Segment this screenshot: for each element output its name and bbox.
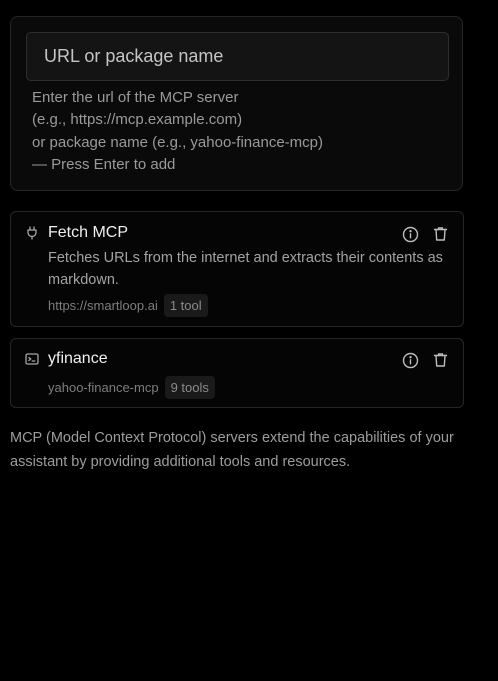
server-card-fetch-mcp: Fetch MCP Fetches URLs from the internet… bbox=[10, 211, 464, 327]
server-meta: https://smartloop.ai 1 tool bbox=[48, 294, 208, 317]
plug-icon bbox=[25, 226, 39, 240]
add-server-panel: Enter the url of the MCP server (e.g., h… bbox=[10, 16, 463, 191]
add-server-hint: Enter the url of the MCP server (e.g., h… bbox=[32, 87, 323, 176]
server-source: yahoo-finance-mcp bbox=[48, 380, 159, 395]
info-icon bbox=[402, 226, 419, 243]
delete-button[interactable] bbox=[430, 224, 450, 244]
tools-count-badge: 9 tools bbox=[164, 376, 215, 399]
info-button[interactable] bbox=[400, 350, 420, 370]
server-name: Fetch MCP bbox=[48, 224, 129, 241]
tools-count-badge: 1 tool bbox=[163, 294, 208, 317]
info-icon bbox=[402, 352, 419, 369]
url-or-package-input[interactable] bbox=[26, 32, 449, 81]
info-button[interactable] bbox=[400, 224, 420, 244]
hint-line: Enter the url of the MCP server bbox=[32, 89, 239, 106]
terminal-icon bbox=[25, 352, 39, 366]
trash-icon bbox=[433, 352, 448, 368]
hint-line: (e.g., https://mcp.example.com) bbox=[32, 111, 243, 129]
delete-button[interactable] bbox=[430, 350, 450, 370]
server-source: https://smartloop.ai bbox=[48, 298, 158, 313]
server-name: yfinance bbox=[48, 350, 108, 367]
hint-line: — Press Enter to add bbox=[32, 155, 176, 173]
mcp-explanation-note: MCP (Model Context Protocol) servers ext… bbox=[10, 430, 454, 470]
hint-line: or package name (e.g., yahoo-finance-mcp… bbox=[32, 133, 323, 151]
server-meta: yahoo-finance-mcp 9 tools bbox=[48, 376, 215, 399]
server-card-yfinance: yfinance yahoo-finance-mcp 9 tools bbox=[10, 338, 464, 408]
server-description: Fetches URLs from the internet and extra… bbox=[48, 250, 443, 288]
trash-icon bbox=[433, 226, 448, 242]
